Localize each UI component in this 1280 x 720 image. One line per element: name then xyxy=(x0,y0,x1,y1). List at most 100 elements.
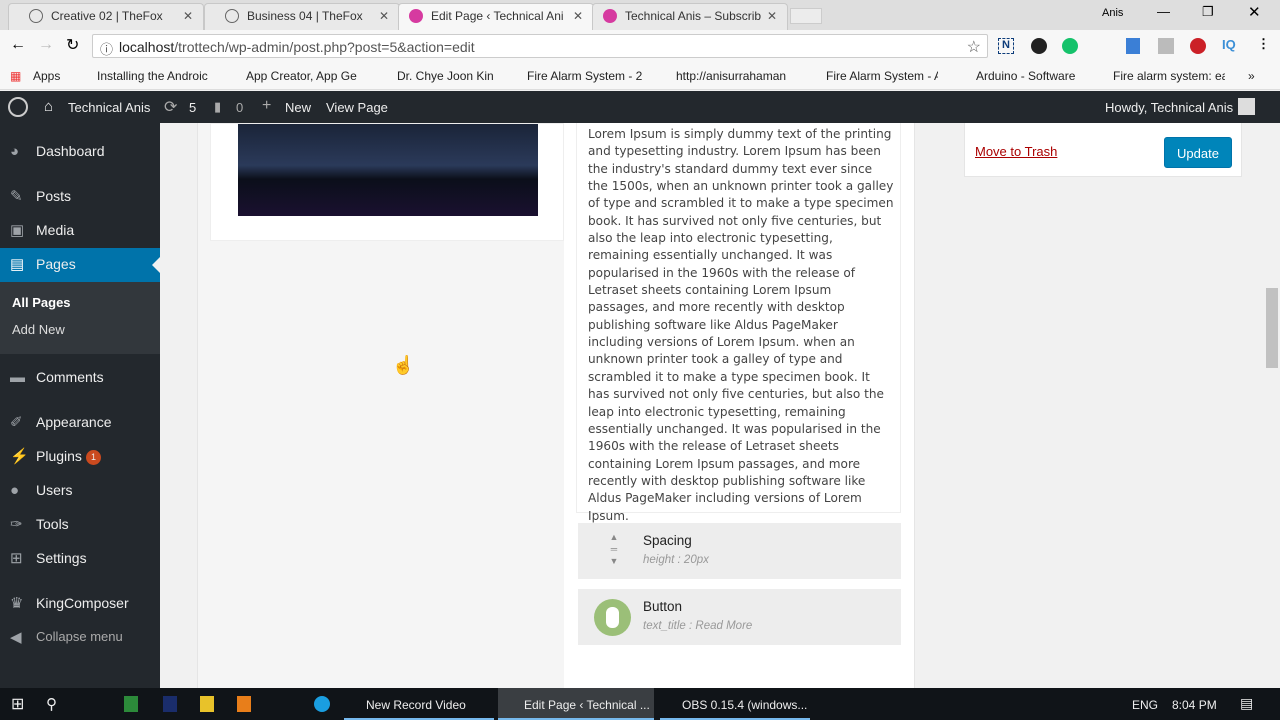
button-element[interactable]: Button text_title : Read More xyxy=(578,589,901,645)
extension-icon[interactable] xyxy=(1158,38,1174,54)
tab-creative[interactable]: Creative 02 | TheFox ✕ xyxy=(8,3,204,30)
plus-icon: + xyxy=(262,97,272,114)
bookmark[interactable]: Fire Alarm System - A xyxy=(826,69,938,83)
element-desc: text_title : Read More xyxy=(643,620,753,632)
site-name-link[interactable]: Technical Anis xyxy=(68,100,150,115)
comments-icon: ▮ xyxy=(214,99,222,114)
updates-count[interactable]: 5 xyxy=(189,100,196,115)
updates-icon: ⟳ xyxy=(164,99,178,116)
language-indicator[interactable]: ENG xyxy=(1132,688,1158,720)
tab-business[interactable]: Business 04 | TheFox ✕ xyxy=(204,3,400,30)
clock[interactable]: 8:04 PM xyxy=(1172,688,1217,720)
view-page-link[interactable]: View Page xyxy=(326,100,388,115)
city-night-image xyxy=(238,124,538,216)
sidebar-item-settings[interactable]: ⊞ Settings xyxy=(0,542,160,576)
star-icon[interactable]: ☆ xyxy=(967,37,981,57)
bookmark[interactable]: App Creator, App Ge xyxy=(246,69,358,83)
profile-name[interactable]: Anis xyxy=(1102,7,1123,19)
menu-icon[interactable]: ⋮ xyxy=(1257,36,1270,52)
fox-icon xyxy=(29,9,43,23)
apps-icon: ▦ xyxy=(10,69,22,83)
sidebar-item-appearance[interactable]: ✐ Appearance xyxy=(0,406,160,440)
new-tab-button[interactable] xyxy=(790,8,822,24)
sidebar-item-tools[interactable]: ✑ Tools xyxy=(0,508,160,542)
skype-icon[interactable] xyxy=(314,696,330,712)
plugins-update-badge: 1 xyxy=(86,450,101,465)
sidebar-item-comments[interactable]: ▬ Comments xyxy=(0,361,160,395)
bookmark[interactable]: Apps xyxy=(33,69,60,83)
extension-icon[interactable]: N xyxy=(998,38,1014,54)
extension-icon[interactable] xyxy=(1126,38,1140,54)
sidebar-item-users[interactable]: ● Users xyxy=(0,474,160,508)
media-player-icon[interactable] xyxy=(237,696,251,712)
wp-admin-bar: ⌂ Technical Anis ⟳ 5 ▮ 0 + New View Page… xyxy=(0,91,1280,123)
windows-taskbar: ⊞ ⚲ New Record Video Edit Page ‹ Technic… xyxy=(0,688,1280,720)
wordpress-logo-icon[interactable] xyxy=(8,97,28,117)
avatar[interactable] xyxy=(1238,98,1255,115)
notifications-icon[interactable]: ▤ xyxy=(1240,688,1253,720)
minimize-button[interactable]: — xyxy=(1157,4,1170,19)
tab-subscribe[interactable]: Technical Anis – Subscrib ✕ xyxy=(592,3,788,30)
search-icon[interactable]: ⚲ xyxy=(46,688,57,720)
more-bookmarks-icon[interactable]: » xyxy=(1248,69,1255,83)
reload-button[interactable]: ↻ xyxy=(66,35,79,55)
bookmark[interactable]: Fire Alarm System - 2 xyxy=(527,69,642,83)
close-icon[interactable]: ✕ xyxy=(183,9,193,23)
site-favicon xyxy=(603,9,617,23)
submenu-add-new[interactable]: Add New xyxy=(12,322,65,337)
admin-sidebar: ◕ Dashboard ✎ Posts ▣ Media ▤ Pages All Page… xyxy=(0,123,160,688)
iq-icon[interactable]: IQ xyxy=(1222,37,1236,52)
fox-icon xyxy=(225,9,239,23)
taskbar-chrome[interactable]: Edit Page ‹ Technical ... xyxy=(498,688,654,720)
sidebar-item-kingcomposer[interactable]: ♛ KingComposer xyxy=(0,587,160,621)
sidebar-item-plugins[interactable]: ⚡ Plugins 1 xyxy=(0,440,160,474)
windows-start-icon[interactable]: ⊞ xyxy=(11,688,24,720)
close-icon[interactable]: ✕ xyxy=(379,9,389,23)
spacing-icon: ▲ ═ ▼ xyxy=(609,532,619,566)
pinterest-icon[interactable] xyxy=(1190,38,1206,54)
element-title: Spacing xyxy=(643,533,692,548)
address-bar-row: ← → ↻ ⓘ localhost/trottech/wp-admin/post.… xyxy=(0,30,1280,62)
image-element[interactable] xyxy=(210,123,564,241)
bookmark[interactable]: Dr. Chye Joon Kin xyxy=(397,69,494,83)
spacing-element[interactable]: ▲ ═ ▼ Spacing height : 20px xyxy=(578,523,901,579)
taskbar-new-record-video[interactable]: New Record Video xyxy=(344,688,494,720)
forward-button[interactable]: → xyxy=(38,36,54,54)
back-button[interactable]: ← xyxy=(10,36,26,54)
sidebar-item-pages[interactable]: ▤ Pages xyxy=(0,248,160,282)
bookmark[interactable]: Arduino - Software xyxy=(976,69,1075,83)
sidebar-item-media[interactable]: ▣ Media xyxy=(0,214,160,248)
close-icon[interactable]: ✕ xyxy=(767,9,777,23)
photoshop-icon[interactable] xyxy=(163,696,177,712)
close-window-button[interactable]: ✕ xyxy=(1248,3,1261,21)
url-input[interactable]: ⓘ localhost/trottech/wp-admin/post.php?po… xyxy=(92,34,988,58)
move-to-trash-link[interactable]: Move to Trash xyxy=(975,144,1057,159)
bookmark[interactable]: Fire alarm system: ea xyxy=(1113,69,1225,83)
brush-icon: ✐ xyxy=(10,414,23,431)
new-link[interactable]: New xyxy=(285,100,311,115)
dashboard-icon: ◕ xyxy=(10,143,20,160)
hand-cursor-icon: ☝ xyxy=(392,355,415,375)
tab-edit-page[interactable]: Edit Page ‹ Technical Ani ✕ xyxy=(398,3,594,30)
pin-icon: ✎ xyxy=(10,188,23,205)
restore-button[interactable]: ❐ xyxy=(1202,4,1214,20)
extension-icon[interactable] xyxy=(1031,38,1047,54)
bookmark[interactable]: http://anisurrahaman xyxy=(676,69,788,83)
update-button[interactable]: Update xyxy=(1164,137,1232,168)
howdy-account[interactable]: Howdy, Technical Anis xyxy=(1105,100,1233,115)
settings-icon: ⊞ xyxy=(10,550,23,567)
site-favicon xyxy=(409,9,423,23)
comments-count[interactable]: 0 xyxy=(236,100,243,115)
submenu-all-pages[interactable]: All Pages xyxy=(12,295,71,310)
bookmark[interactable]: Installing the Androic xyxy=(97,69,209,83)
sidebar-item-dashboard[interactable]: ◕ Dashboard xyxy=(0,135,160,169)
collapse-menu-button[interactable]: ◀ Collapse menu xyxy=(0,621,160,655)
scrollbar-thumb[interactable] xyxy=(1266,288,1278,368)
app-icon[interactable] xyxy=(124,696,138,712)
page-scrollbar[interactable] xyxy=(1264,123,1280,688)
sidebar-item-posts[interactable]: ✎ Posts xyxy=(0,180,160,214)
close-icon[interactable]: ✕ xyxy=(573,9,583,23)
grammarly-icon[interactable] xyxy=(1062,38,1078,54)
app-icon[interactable] xyxy=(200,696,214,712)
taskbar-obs[interactable]: OBS 0.15.4 (windows... xyxy=(660,688,810,720)
